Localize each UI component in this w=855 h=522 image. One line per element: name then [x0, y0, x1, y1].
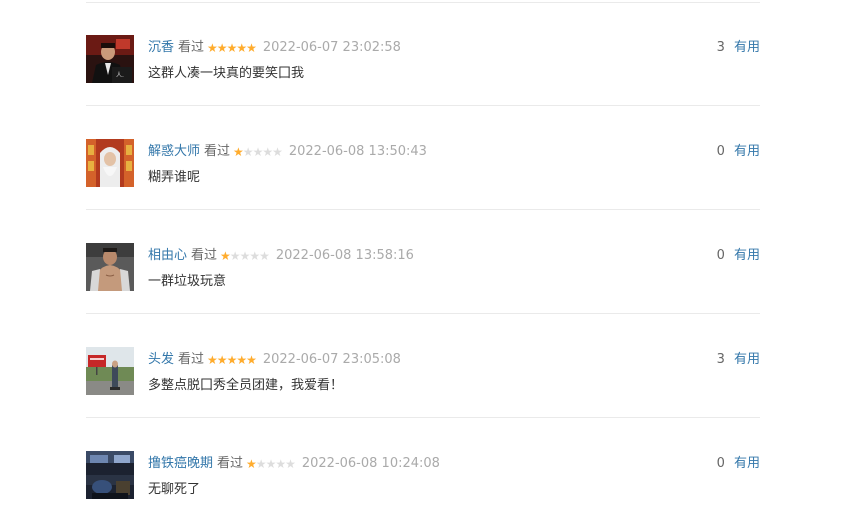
comment-text: 多整点脱囗秀全员团建，我爱看！: [148, 378, 344, 393]
comment-meta: 头发 看过 ★ ★ ★ ★ ★ 2022-06-07 23:05:08: [148, 350, 401, 370]
rating-stars: ★ ★ ★ ★ ★: [233, 142, 283, 162]
avatar[interactable]: 人.: [86, 35, 134, 83]
watch-status: 看过: [191, 248, 218, 263]
comment-meta: 相由心 看过 ★ ★ ★ ★ ★ 2022-06-08 13:58:16: [148, 246, 414, 266]
avatar-billboard-road-icon: [86, 347, 134, 395]
svg-text:人.: 人.: [116, 72, 124, 79]
username-link[interactable]: 沉香: [148, 38, 174, 58]
watch-status: 看过: [178, 352, 205, 367]
star-icon: ★: [236, 41, 247, 55]
avatar-car-interior-icon: [86, 451, 134, 499]
star-icon: ★: [220, 249, 231, 263]
comment-meta: 解惑大师 看过 ★ ★ ★ ★ ★ 2022-06-08 13:50:43: [148, 142, 427, 162]
star-icon: ★: [242, 145, 254, 159]
avatar[interactable]: [86, 347, 134, 395]
star-icon: ★: [233, 145, 244, 159]
star-icon: ★: [255, 457, 267, 471]
useful-button[interactable]: 有用: [734, 40, 760, 55]
avatar-white-haired-figure-icon: [86, 139, 134, 187]
avatar-shirtless-man-icon: [86, 243, 134, 291]
star-icon: ★: [216, 353, 228, 367]
comment-text: 糊弄谁呢: [148, 170, 201, 185]
star-icon: ★: [207, 353, 218, 367]
watch-status: 看过: [204, 144, 231, 159]
star-icon: ★: [249, 249, 260, 263]
star-icon: ★: [246, 457, 257, 471]
star-icon: ★: [226, 41, 238, 55]
vote-count: 3: [716, 40, 725, 55]
comment-time: 2022-06-08 13:50:43: [288, 144, 427, 159]
comment-item: 解惑大师 看过 ★ ★ ★ ★ ★ 2022-06-08 13:50:43 0 …: [86, 106, 760, 210]
vote-count: 0: [716, 456, 725, 471]
watch-status: 看过: [217, 456, 244, 471]
star-icon: ★: [236, 353, 247, 367]
star-icon: ★: [285, 457, 296, 471]
star-icon: ★: [262, 145, 273, 159]
comment-time: 2022-06-07 23:02:58: [262, 40, 401, 55]
star-icon: ★: [226, 353, 238, 367]
comment-time: 2022-06-07 23:05:08: [262, 352, 401, 367]
star-icon: ★: [246, 41, 257, 55]
rating-stars: ★ ★ ★ ★ ★: [207, 38, 257, 58]
comment-text: 一群垃圾玩意: [148, 274, 227, 289]
username-link[interactable]: 相由心: [148, 246, 187, 266]
comment-text: 这群人凑一块真的要笑囗我: [148, 66, 305, 81]
star-icon: ★: [252, 145, 264, 159]
vote-area: 3 有用: [717, 38, 760, 58]
vote-count: 0: [716, 144, 725, 159]
vote-count: 3: [716, 352, 725, 367]
vote-area: 0 有用: [717, 246, 760, 266]
vote-area: 0 有用: [717, 142, 760, 162]
comment-text: 无聊死了: [148, 482, 201, 497]
useful-button[interactable]: 有用: [734, 352, 760, 367]
star-icon: ★: [246, 353, 257, 367]
star-icon: ★: [216, 41, 228, 55]
star-icon: ★: [265, 457, 277, 471]
comment-item: 撸铁癌晚期 看过 ★ ★ ★ ★ ★ 2022-06-08 10:24:08 0…: [86, 418, 760, 522]
useful-button[interactable]: 有用: [734, 248, 760, 263]
vote-count: 0: [716, 248, 725, 263]
rating-stars: ★ ★ ★ ★ ★: [220, 246, 270, 266]
rating-stars: ★ ★ ★ ★ ★: [207, 350, 257, 370]
useful-button[interactable]: 有用: [734, 456, 760, 471]
username-link[interactable]: 解惑大师: [148, 142, 200, 162]
username-link[interactable]: 撸铁癌晚期: [148, 454, 213, 474]
comment-time: 2022-06-08 10:24:08: [301, 456, 440, 471]
vote-area: 0 有用: [717, 454, 760, 474]
username-link[interactable]: 头发: [148, 350, 174, 370]
star-icon: ★: [239, 249, 251, 263]
rating-stars: ★ ★ ★ ★ ★: [246, 454, 296, 474]
star-icon: ★: [272, 145, 283, 159]
comment-time: 2022-06-08 13:58:16: [275, 248, 414, 263]
comment-item: 头发 看过 ★ ★ ★ ★ ★ 2022-06-07 23:05:08 3 有用…: [86, 314, 760, 418]
useful-button[interactable]: 有用: [734, 144, 760, 159]
comment-meta: 撸铁癌晚期 看过 ★ ★ ★ ★ ★ 2022-06-08 10:24:08: [148, 454, 440, 474]
star-icon: ★: [229, 249, 241, 263]
watch-status: 看过: [178, 40, 205, 55]
comment-item: 相由心 看过 ★ ★ ★ ★ ★ 2022-06-08 13:58:16 0 有…: [86, 210, 760, 314]
comment-meta: 沉香 看过 ★ ★ ★ ★ ★ 2022-06-07 23:02:58: [148, 38, 401, 58]
star-icon: ★: [259, 249, 270, 263]
avatar[interactable]: [86, 243, 134, 291]
vote-area: 3 有用: [717, 350, 760, 370]
star-icon: ★: [275, 457, 286, 471]
star-icon: ★: [207, 41, 218, 55]
avatar[interactable]: [86, 139, 134, 187]
avatar-man-in-suit-icon: 人.: [86, 35, 134, 83]
avatar[interactable]: [86, 451, 134, 499]
comment-item: 人. 沉香 看过 ★ ★ ★ ★ ★ 2022-06-07 23:02:58 3…: [86, 2, 760, 106]
